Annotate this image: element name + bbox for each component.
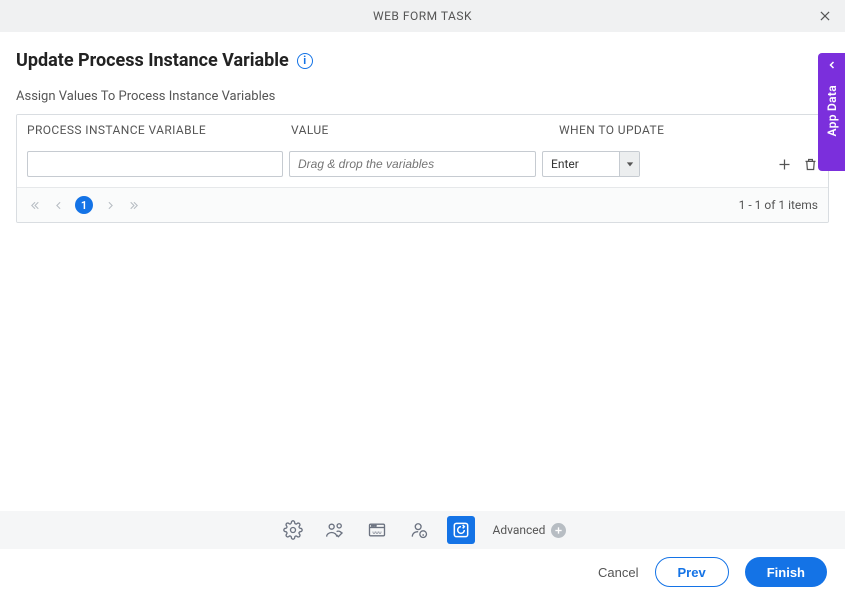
pager-next-icon[interactable] <box>103 198 117 212</box>
add-row-icon[interactable] <box>776 156 792 172</box>
bottom-toolbar: www Advanced <box>0 511 845 549</box>
pager-first-icon[interactable] <box>27 198 41 212</box>
pager-prev-icon[interactable] <box>51 198 65 212</box>
pager: 1 1 - 1 of 1 items <box>17 187 828 222</box>
col-header-when: WHEN TO UPDATE <box>559 123 818 137</box>
grid-header: PROCESS INSTANCE VARIABLE VALUE WHEN TO … <box>17 115 828 145</box>
variable-input[interactable] <box>27 151 283 177</box>
dialog-header: WEB FORM TASK <box>0 0 845 32</box>
app-data-side-tab[interactable]: App Data <box>818 53 845 171</box>
value-input[interactable] <box>289 151 536 177</box>
delete-row-icon[interactable] <box>802 156 818 172</box>
user-info-icon[interactable] <box>405 516 433 544</box>
svg-text:www: www <box>372 530 382 535</box>
col-header-value: VALUE <box>291 123 559 137</box>
update-variable-icon[interactable] <box>447 516 475 544</box>
table-row: Enter <box>17 145 828 187</box>
prev-button[interactable]: Prev <box>655 557 729 587</box>
finish-button[interactable]: Finish <box>745 557 827 587</box>
dialog-title: WEB FORM TASK <box>373 9 472 23</box>
select-value: Enter <box>543 152 619 176</box>
pager-last-icon[interactable] <box>127 198 141 212</box>
info-icon[interactable]: i <box>297 53 313 69</box>
variables-grid: PROCESS INSTANCE VARIABLE VALUE WHEN TO … <box>16 114 829 223</box>
plus-circle-icon <box>551 523 566 538</box>
chevron-down-icon <box>619 152 639 176</box>
advanced-button[interactable]: Advanced <box>493 523 567 538</box>
advanced-label: Advanced <box>493 523 546 537</box>
col-header-variable: PROCESS INSTANCE VARIABLE <box>27 123 291 137</box>
subheading: Assign Values To Process Instance Variab… <box>16 89 829 104</box>
pager-info: 1 - 1 of 1 items <box>739 198 818 212</box>
footer: Cancel Prev Finish <box>0 549 845 595</box>
participants-icon[interactable] <box>321 516 349 544</box>
side-tab-label: App Data <box>825 85 839 136</box>
pager-current-page[interactable]: 1 <box>75 196 93 214</box>
gear-icon[interactable] <box>279 516 307 544</box>
close-icon[interactable] <box>817 8 833 24</box>
cancel-button[interactable]: Cancel <box>598 565 638 580</box>
form-icon[interactable]: www <box>363 516 391 544</box>
page-title: Update Process Instance Variable <box>16 50 289 71</box>
chevron-left-icon <box>826 59 838 75</box>
content-area: Update Process Instance Variable i Assig… <box>0 32 845 223</box>
when-to-update-select[interactable]: Enter <box>542 151 640 177</box>
